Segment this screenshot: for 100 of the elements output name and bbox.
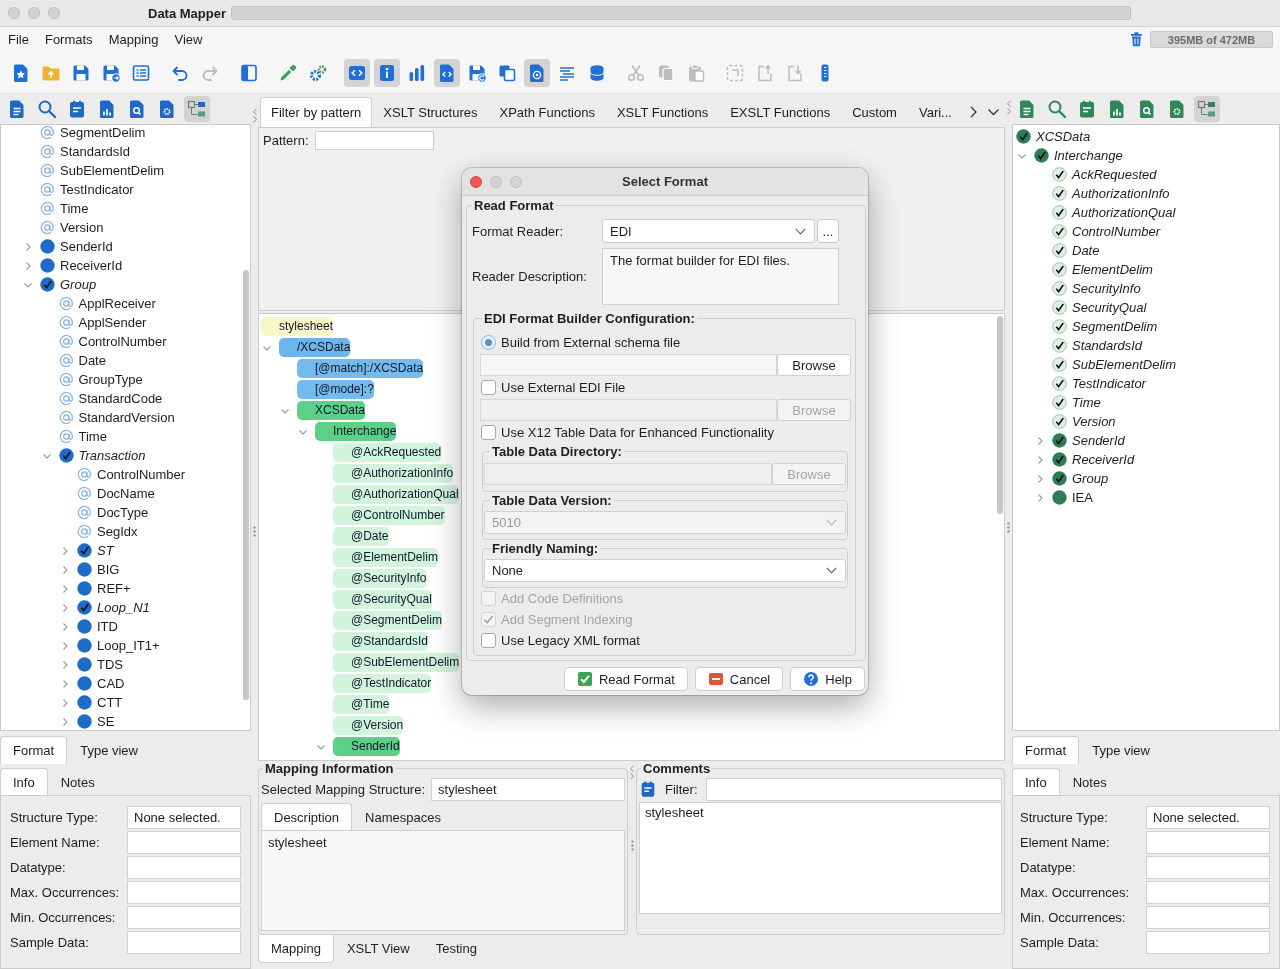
- browse-button[interactable]: Browse: [777, 354, 851, 376]
- trash-icon[interactable]: [1130, 32, 1143, 47]
- tree-item[interactable]: IEA: [1072, 489, 1093, 506]
- tree-item[interactable]: StandardCode: [78, 390, 163, 407]
- tree-item[interactable]: Time: [78, 428, 107, 445]
- tree-item[interactable]: REF+: [97, 580, 131, 597]
- text-field[interactable]: None selected.: [1146, 806, 1270, 829]
- tree-item[interactable]: SubElementDelim: [60, 162, 165, 179]
- mapping-node[interactable]: Interchange: [315, 422, 397, 441]
- text-field[interactable]: [127, 931, 241, 954]
- mapping-node[interactable]: @Version: [333, 716, 404, 735]
- splitter-arrows-icon[interactable]: [1005, 100, 1012, 115]
- menu-item[interactable]: Formats: [36, 27, 101, 52]
- tree-item[interactable]: ITD: [97, 618, 118, 635]
- mapping-node[interactable]: @SecurityQual: [333, 590, 432, 609]
- tree-item[interactable]: TDS: [97, 656, 123, 673]
- dialog-button[interactable]: Help: [790, 667, 865, 691]
- mapping-node[interactable]: @TestIndicator: [333, 674, 432, 693]
- filter-field[interactable]: [705, 777, 1002, 801]
- tab[interactable]: Notes: [1059, 768, 1120, 795]
- tree-item[interactable]: Group: [1072, 470, 1109, 487]
- text-field[interactable]: [1146, 856, 1270, 879]
- text-field[interactable]: [127, 856, 241, 879]
- tab[interactable]: Namespaces: [352, 803, 454, 830]
- tree-item[interactable]: ST: [97, 542, 114, 559]
- text-field[interactable]: [1146, 831, 1270, 854]
- close-icon[interactable]: [8, 7, 20, 19]
- tree-view-icon[interactable]: [184, 96, 210, 122]
- tab[interactable]: XSLT Functions: [605, 97, 720, 127]
- tab[interactable]: Type view: [67, 736, 151, 764]
- tree-item[interactable]: DocName: [97, 485, 155, 502]
- tree-item[interactable]: ControlNumber: [97, 466, 186, 483]
- tree-item[interactable]: Date: [78, 352, 106, 369]
- tab[interactable]: Notes: [47, 768, 108, 795]
- tab[interactable]: Type view: [1079, 736, 1163, 764]
- tree-item[interactable]: CTT: [97, 694, 123, 711]
- menu-item[interactable]: View: [166, 27, 211, 52]
- chevron-down-icon[interactable]: [988, 106, 999, 118]
- mapping-node[interactable]: @ControlNumber: [333, 506, 445, 525]
- tab[interactable]: Info: [0, 768, 48, 795]
- text-field[interactable]: [1146, 881, 1270, 904]
- tab[interactable]: XPath Functions: [488, 97, 606, 127]
- mapping-node[interactable]: @AuthorizationInfo: [333, 464, 454, 483]
- tree-item[interactable]: TestIndicator: [1072, 375, 1146, 392]
- grip-icon[interactable]: [1007, 522, 1010, 533]
- mapping-node[interactable]: @AckRequested: [333, 443, 442, 462]
- format-reader-dropdown[interactable]: EDI: [602, 219, 815, 243]
- minimize-icon[interactable]: [490, 175, 502, 188]
- tree-item[interactable]: SubElementDelim: [1072, 356, 1177, 373]
- dialog-button[interactable]: Read Format: [563, 667, 688, 691]
- mapping-node[interactable]: @SegmentDelim: [333, 611, 442, 630]
- mapping-node[interactable]: [@mode]:?: [297, 380, 374, 399]
- tree-item[interactable]: AckRequested: [1072, 166, 1157, 183]
- file-path-field[interactable]: [480, 399, 777, 421]
- chevron-down-icon[interactable]: [795, 227, 806, 235]
- tree-item[interactable]: SegmentDelim: [60, 125, 146, 141]
- text-field[interactable]: [1146, 931, 1270, 954]
- tree-item[interactable]: Group: [60, 276, 97, 293]
- tree-item[interactable]: SecurityInfo: [1072, 280, 1141, 297]
- tab[interactable]: Vari...: [907, 97, 963, 127]
- menu-item[interactable]: File: [0, 27, 37, 52]
- tree-item[interactable]: StandardsId: [1072, 337, 1143, 354]
- tree-item[interactable]: Interchange: [1054, 147, 1123, 164]
- text-field[interactable]: [1146, 906, 1270, 929]
- tree-item[interactable]: ApplReceiver: [78, 295, 156, 312]
- splitter-arrows-icon[interactable]: [629, 765, 635, 780]
- tree-item[interactable]: ReceiverId: [1072, 451, 1135, 468]
- tab[interactable]: Custom: [841, 97, 908, 127]
- tree-item[interactable]: DocType: [97, 504, 149, 521]
- checkbox[interactable]: [481, 633, 496, 648]
- mapping-node[interactable]: @Time: [333, 695, 390, 714]
- dropdown[interactable]: None: [484, 559, 846, 582]
- memory-indicator[interactable]: 395MB of 472MB: [1150, 31, 1273, 48]
- file-path-field[interactable]: [480, 354, 777, 376]
- tree-item[interactable]: AuthorizationQual: [1072, 204, 1176, 221]
- tree-item[interactable]: Transaction: [78, 447, 146, 464]
- dialog-button[interactable]: Cancel: [694, 667, 784, 691]
- tab[interactable]: Description: [261, 803, 353, 830]
- minimize-icon[interactable]: [28, 7, 40, 19]
- tree-item[interactable]: SegIdx: [97, 523, 138, 540]
- mapping-node[interactable]: @StandardsId: [333, 632, 428, 651]
- mapping-node[interactable]: @AuthorizationQual: [333, 485, 459, 504]
- mapping-node[interactable]: XCSData: [297, 401, 366, 420]
- mapping-node[interactable]: @SubElementDelim: [333, 653, 460, 672]
- mapping-node[interactable]: SenderId: [333, 737, 400, 756]
- tab[interactable]: Format: [1012, 736, 1080, 764]
- at-document-icon[interactable]: [524, 58, 550, 87]
- tree-item[interactable]: SecurityQual: [1072, 299, 1147, 316]
- text-field[interactable]: [127, 906, 241, 929]
- tree-item[interactable]: SenderId: [1072, 432, 1125, 449]
- file-path-field[interactable]: [484, 463, 772, 485]
- tree-item[interactable]: StandardsId: [60, 143, 131, 160]
- tree-item[interactable]: Version: [1072, 413, 1116, 430]
- grip-icon[interactable]: [630, 840, 634, 851]
- tab[interactable]: Format: [0, 736, 68, 764]
- info-icon[interactable]: [374, 58, 400, 87]
- scrollbar-thumb[interactable]: [997, 316, 1003, 514]
- tree-item[interactable]: Loop_N1: [97, 599, 150, 616]
- text-field[interactable]: [127, 881, 241, 904]
- tree-item[interactable]: ControlNumber: [1072, 223, 1161, 240]
